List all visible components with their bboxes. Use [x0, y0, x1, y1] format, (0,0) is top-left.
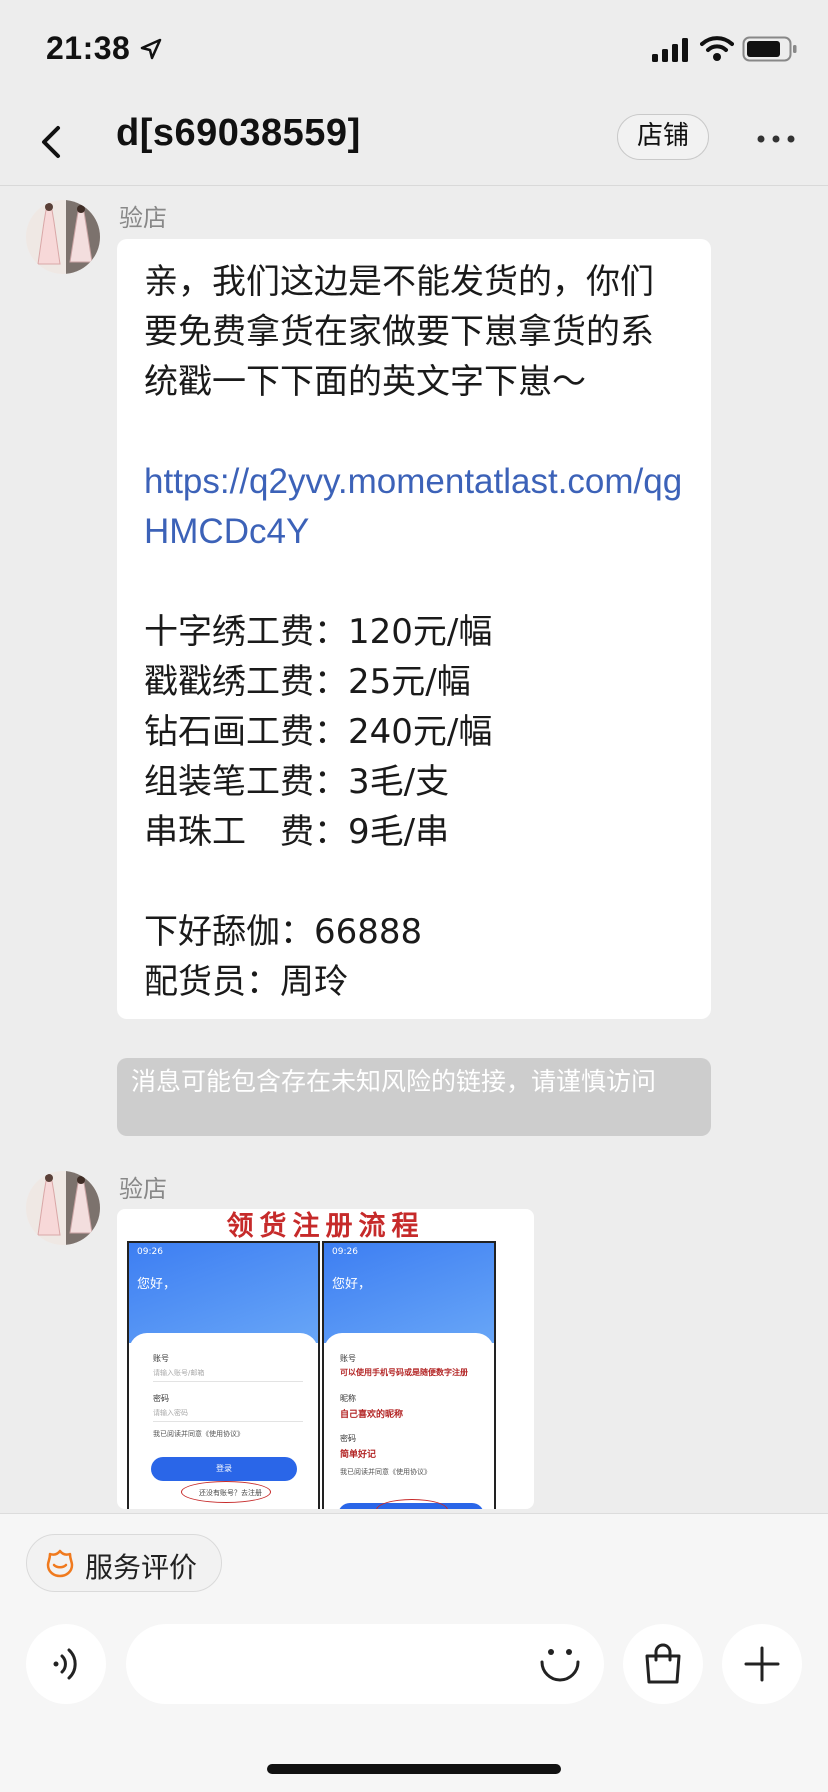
chat-header: d[s69038559] 店铺 — [0, 100, 828, 186]
password-note: 简单好记 — [340, 1450, 377, 1460]
message-line: 亲，我们这边是不能发货的，你们 — [144, 262, 654, 302]
more-actions-button[interactable] — [722, 1624, 802, 1704]
nickname-note: 自己喜欢的昵称 — [340, 1410, 404, 1420]
login-screenshot: 09:26 您好， 账号 请输入账号/邮箱 密码 请输入密码 我已阅读并同意《使… — [127, 1241, 320, 1509]
sender-avatar[interactable] — [26, 1171, 100, 1245]
plus-icon — [744, 1646, 780, 1682]
phone-greeting: 您好， — [332, 1277, 372, 1292]
phone-greeting: 您好， — [137, 1277, 177, 1292]
message-link[interactable]: https://q2yvy.momentatlast.com/qgHMCDc4Y — [144, 457, 685, 557]
account-label: 账号 — [153, 1354, 169, 1363]
sender-name: 验店 — [119, 204, 167, 232]
image-message[interactable]: 领货注册流程 09:26 您好， 账号 请输入账号/邮箱 密码 请输入密码 我已… — [117, 1209, 534, 1509]
sender-name: 验店 — [119, 1175, 167, 1203]
message-line: 十字绣工费：120元/幅 — [144, 612, 493, 652]
voice-button[interactable] — [26, 1624, 106, 1704]
message-bubble[interactable]: 亲，我们这边是不能发货的，你们 要免费拿货在家做要下崽拿货的系 统戳一下下面的英… — [117, 239, 711, 1019]
dress-photo-icon — [26, 200, 100, 274]
message-input[interactable] — [126, 1624, 604, 1704]
back-arrow-icon[interactable] — [34, 118, 70, 166]
shopping-bag-icon — [645, 1643, 681, 1684]
wifi-icon — [700, 36, 734, 61]
message-line — [144, 557, 685, 607]
message-line: 要免费拿货在家做要下崽拿货的系 — [144, 312, 654, 352]
password-hint: 请输入密码 — [153, 1409, 188, 1417]
image-title: 领货注册流程 — [226, 1211, 425, 1242]
account-label: 账号 — [340, 1354, 356, 1363]
chat-title: d[s69038559] — [116, 112, 361, 154]
nickname-label: 昵称 — [340, 1394, 356, 1403]
phone-time: 09:26 — [137, 1247, 163, 1257]
chat-input-panel: 服务评价 — [0, 1513, 828, 1792]
account-note: 可以使用手机号码或是随便数字注册 — [340, 1368, 468, 1377]
message-line: 钻石画工费：240元/幅 — [144, 712, 493, 752]
location-arrow-icon — [140, 38, 162, 60]
risk-warning-notice: 消息可能包含存在未知风险的链接，请谨慎访问 — [117, 1058, 711, 1136]
agree-text: 我已阅读并同意《使用协议》 — [340, 1468, 431, 1476]
highlight-oval — [181, 1481, 271, 1503]
phone-time: 09:26 — [332, 1247, 358, 1257]
message-line: 下好舔伽：66888 — [144, 912, 423, 952]
service-rating-label: 服务评价 — [85, 1551, 198, 1584]
message-line: 统戳一下下面的英文字下崽～ — [144, 362, 586, 402]
sender-avatar[interactable] — [26, 200, 100, 274]
more-options-icon[interactable] — [756, 134, 796, 144]
shopping-bag-button[interactable] — [623, 1624, 703, 1704]
message-line — [144, 407, 685, 457]
service-rating-button[interactable]: 服务评价 — [26, 1534, 222, 1592]
dress-photo-icon — [26, 1171, 100, 1245]
voice-wave-icon — [53, 1648, 77, 1680]
battery-icon — [742, 36, 797, 62]
status-bar: 21:38 — [0, 0, 828, 100]
password-label: 密码 — [340, 1434, 356, 1443]
password-label: 密码 — [153, 1394, 169, 1403]
emoji-icon[interactable] — [538, 1644, 582, 1688]
status-time: 21:38 — [46, 30, 131, 66]
flower-badge-icon — [46, 1549, 74, 1578]
login-button-preview: 登录 — [151, 1457, 297, 1481]
home-indicator — [267, 1764, 561, 1774]
account-hint: 请输入账号/邮箱 — [153, 1369, 205, 1377]
message-line: 配货员：周玲 — [144, 962, 348, 1002]
message-line: 串珠工 费：9毛/串 — [144, 812, 450, 852]
register-screenshot: 09:26 您好， 账号 可以使用手机号码或是随便数字注册 昵称 自己喜欢的昵称… — [322, 1241, 496, 1509]
cellular-signal-icon — [652, 38, 688, 62]
message-line — [144, 857, 685, 907]
message-line: 戳戳绣工费：25元/幅 — [144, 662, 471, 702]
message-line: 组装笔工费：3毛/支 — [144, 762, 450, 802]
agree-text: 我已阅读并同意《使用协议》 — [153, 1430, 244, 1438]
shop-button[interactable]: 店铺 — [617, 114, 709, 160]
